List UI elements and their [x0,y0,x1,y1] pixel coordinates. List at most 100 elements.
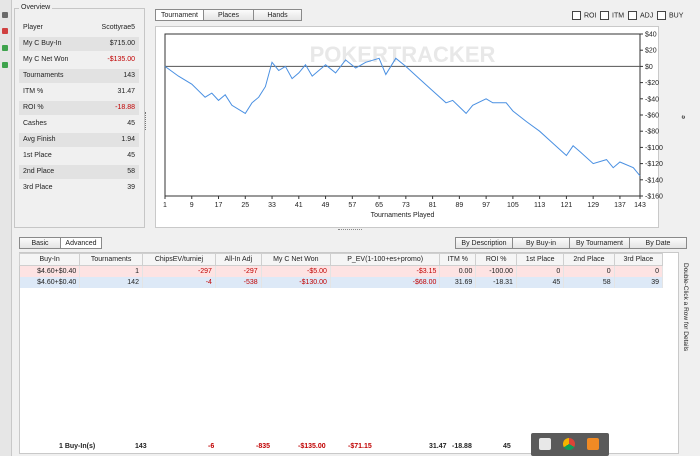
table-cell: 0 [563,265,615,277]
group-by-date[interactable]: By Date [629,237,687,249]
left-toolbar-strip [0,0,12,456]
toolbar-icon[interactable] [2,62,8,68]
y-tick-label: -$20 [645,80,659,87]
column-header[interactable]: Tournaments [79,253,143,266]
y-tick-label: -$160 [645,194,663,201]
profit-chart: POKERTRACKER$40$20$0-$20-$40-$60-$80-$10… [163,32,685,220]
app-icon[interactable] [587,438,599,450]
y-tick-label: -$120 [645,161,663,168]
x-tick-label: 17 [215,202,223,209]
toolbar-icon[interactable] [2,12,8,18]
x-tick-label: 97 [482,202,490,209]
tab-tournament[interactable]: Tournament [155,9,204,21]
table-cell: -$68.00 [330,277,441,288]
column-header[interactable]: 3rd Place [613,253,664,266]
overview-row: My C Net Won -$135.00 [19,53,139,67]
x-tick-label: 137 [614,202,626,209]
x-tick-label: 143 [634,202,646,209]
shield-icon[interactable] [539,438,551,450]
x-tick-label: 73 [402,202,410,209]
x-tick-label: 113 [534,202,545,209]
overview-row-label: ROI % [23,104,44,111]
tab-places[interactable]: Places [203,9,254,21]
overview-row: Player Scottyrae5 [19,21,139,35]
group-by-tournament[interactable]: By Tournament [569,237,630,249]
table-cell: 31.69 [439,277,477,288]
overview-row-value: 58 [127,168,135,175]
table-cell: -297 [142,265,216,277]
overview-row-value: 39 [127,184,135,191]
footer-cell: 143 [135,443,147,450]
table-row[interactable]: $4.60+$0.40 142 -4 -538 -$130.00 -$68.00 31.69… [19,277,664,288]
x-tick-label: 81 [429,202,437,209]
overview-title: Overview [19,4,53,11]
chrome-icon[interactable] [563,438,575,450]
overview-row-label: Player [23,24,43,31]
table-cell: 1 [79,265,143,277]
x-axis-label: Tournaments Played [371,212,435,219]
overview-row: ROI % -18.88 [19,101,139,115]
results-table: Buy-In Tournaments ChipsEV/turniej All-In A… [18,253,664,288]
table-cell: -$3.15 [330,265,441,277]
x-tick-label: 65 [375,202,383,209]
table-cell: -$5.00 [261,265,331,277]
overview-row: ITM % 31.47 [19,85,139,99]
column-header[interactable]: P_EV(1-100+es+promo) [329,253,441,266]
y-tick-label: $40 [645,32,657,39]
column-header[interactable]: Buy-In [18,253,81,266]
overview-row-value: -18.88 [115,104,135,111]
overview-row-value: 143 [123,72,135,79]
footer-cell: -18.88 [452,443,472,450]
table-footer-row: 1 Buy-In(s) 143 -6 -835 -$135.00 -$71.15… [19,442,539,454]
overview-row-value: 45 [127,120,135,127]
overview-row-value: 31.47 [117,88,135,95]
filter-adj-checkbox[interactable]: ADJ [628,11,653,21]
footer-cell: -$135.00 [298,443,326,450]
column-header[interactable]: ROI % [475,253,517,266]
x-tick-label: 121 [561,202,573,209]
column-header[interactable]: 2nd Place [563,253,615,266]
taskbar-tray [531,433,609,456]
table-cell: 58 [563,277,615,288]
toolbar-icon[interactable] [2,45,8,51]
splitter-grip[interactable] [338,229,362,230]
column-header[interactable]: ChipsEV/turniej [141,253,216,266]
overview-row-value: 45 [127,152,135,159]
tab-basic[interactable]: Basic [19,237,61,249]
filter-itm-checkbox[interactable]: ITM [600,11,624,21]
filter-roi-checkbox[interactable]: ROI [572,11,596,21]
group-by-buyin[interactable]: By Buy-in [512,237,570,249]
group-by-description[interactable]: By Description [455,237,513,249]
tab-advanced[interactable]: Advanced [60,237,102,249]
y-axis-label: $ [680,115,685,119]
footer-cell: -835 [256,443,271,450]
footer-cell: 1 Buy-In(s) [59,443,96,450]
x-tick-label: 9 [190,202,194,209]
toolbar-icon[interactable] [2,28,8,34]
panel-splitter[interactable] [145,112,148,130]
x-tick-label: 89 [455,202,463,209]
table-cell: -4 [142,277,216,288]
overview-row-label: Tournaments [23,72,64,79]
overview-row-value: -$135.00 [107,56,135,63]
footer-cell: 45 [503,443,511,450]
tab-hands[interactable]: Hands [253,9,302,21]
filter-buy-checkbox[interactable]: BUY [657,11,683,21]
overview-row: My C Buy-In $715.00 [19,37,139,51]
table-row[interactable]: $4.60+$0.40 1 -297 -297 -$5.00 -$3.15 0.00 -100… [19,265,664,277]
table-cell: $4.60+$0.40 [19,265,81,277]
column-header[interactable]: My C Net Won [260,253,331,266]
overview-row: 3rd Place 39 [19,181,139,195]
overview-row: 1st Place 45 [19,149,139,163]
x-tick-label: 57 [348,202,356,209]
overview-row-label: ITM % [23,88,44,95]
column-header[interactable]: All-In Adj [214,253,262,266]
column-header[interactable]: 1st Place [515,253,565,266]
table-cell: 0 [516,265,565,277]
overview-row: 2nd Place 58 [19,165,139,179]
table-cell: -538 [215,277,262,288]
table-cell: -$130.00 [261,277,331,288]
column-header[interactable]: ITM % [439,253,477,266]
x-tick-label: 33 [268,202,276,209]
table-cell: 0 [614,265,664,277]
